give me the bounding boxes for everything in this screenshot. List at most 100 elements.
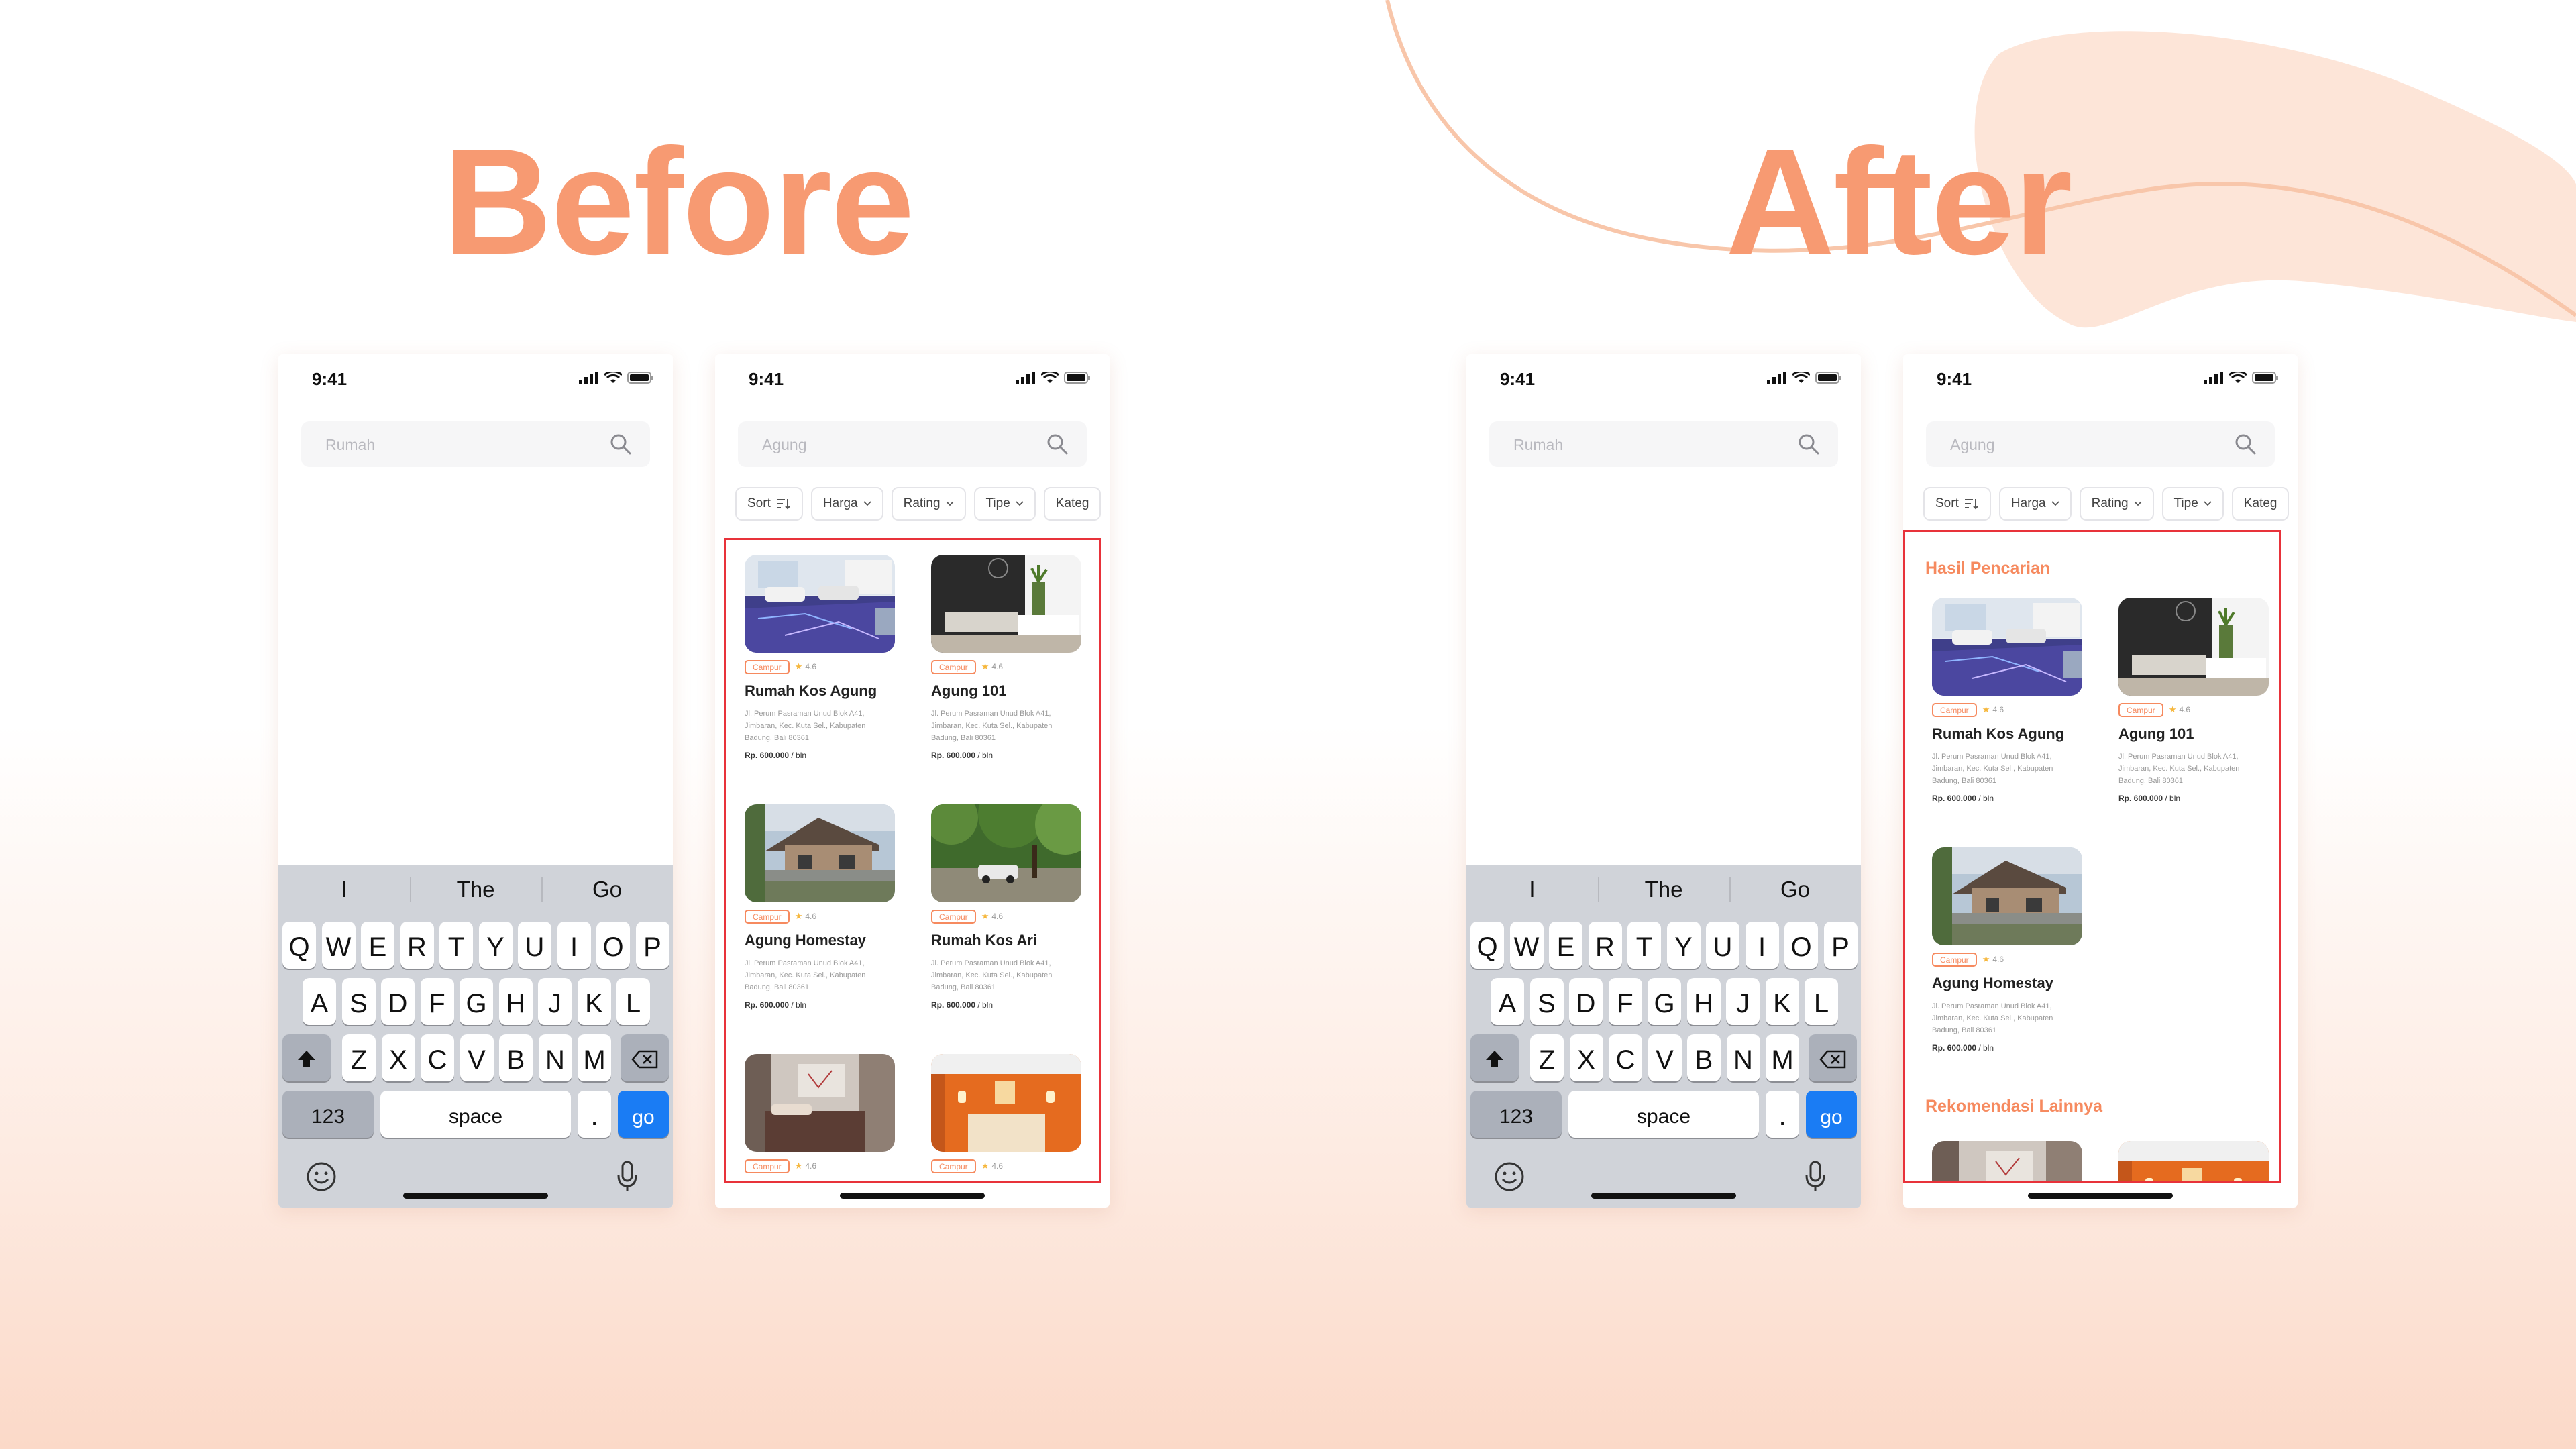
key[interactable]: Z bbox=[1530, 1034, 1564, 1081]
kategori-filter-chip[interactable]: Kateg bbox=[2231, 487, 2290, 521]
key[interactable]: Q bbox=[282, 922, 316, 969]
key[interactable]: P bbox=[635, 922, 669, 969]
tipe-filter-chip[interactable]: Tipe bbox=[973, 487, 1036, 521]
numbers-key[interactable]: 123 bbox=[1470, 1091, 1562, 1138]
key[interactable]: I bbox=[557, 922, 591, 969]
shift-key[interactable] bbox=[282, 1034, 331, 1081]
harga-filter-chip[interactable]: Harga bbox=[1998, 487, 2072, 521]
suggestion-item[interactable]: Go bbox=[541, 865, 673, 914]
home-indicator bbox=[840, 1193, 985, 1199]
sort-chip[interactable]: Sort bbox=[1923, 487, 1991, 521]
key[interactable]: G bbox=[1648, 978, 1681, 1025]
key[interactable]: A bbox=[303, 978, 336, 1025]
key[interactable]: A bbox=[1491, 978, 1524, 1025]
key[interactable]: Y bbox=[1666, 922, 1701, 969]
listing-card[interactable]: Campur★4.6 bbox=[931, 1054, 1081, 1173]
key[interactable]: M bbox=[1766, 1034, 1799, 1081]
key[interactable]: X bbox=[1569, 1034, 1603, 1081]
go-key[interactable]: go bbox=[618, 1091, 669, 1138]
listing-card[interactable]: Campur ★ 4.6 Agung Homestay Jl. Perum Pasram… bbox=[745, 804, 895, 1010]
rating-filter-chip[interactable]: Rating bbox=[2079, 487, 2154, 521]
key[interactable]: J bbox=[1726, 978, 1760, 1025]
microphone-icon[interactable] bbox=[1802, 1159, 1829, 1194]
key[interactable]: R bbox=[400, 922, 434, 969]
space-key[interactable]: space bbox=[1568, 1091, 1759, 1138]
microphone-icon[interactable] bbox=[614, 1159, 641, 1194]
listing-card[interactable]: Campur ★ 4.6 Agung 101 Jl. Perum Pasraman Un… bbox=[931, 555, 1081, 760]
key[interactable]: D bbox=[381, 978, 415, 1025]
listing-card[interactable]: Campur★4.6 bbox=[1932, 1141, 2082, 1181]
key[interactable]: C bbox=[421, 1034, 454, 1081]
shift-key[interactable] bbox=[1470, 1034, 1519, 1081]
key[interactable]: I bbox=[1745, 922, 1779, 969]
key[interactable]: T bbox=[1627, 922, 1661, 969]
key[interactable]: B bbox=[1687, 1034, 1721, 1081]
go-key[interactable]: go bbox=[1806, 1091, 1857, 1138]
tipe-filter-chip[interactable]: Tipe bbox=[2161, 487, 2224, 521]
key[interactable]: H bbox=[1686, 978, 1721, 1025]
key[interactable]: T bbox=[439, 922, 473, 969]
listing-card[interactable]: Campur ★ 4.6 Rumah Kos Agung Jl. Perum Pasra… bbox=[745, 555, 895, 760]
key[interactable]: U bbox=[1706, 922, 1739, 969]
key[interactable]: X bbox=[381, 1034, 415, 1081]
key[interactable]: V bbox=[460, 1034, 494, 1081]
key[interactable]: S bbox=[1529, 978, 1564, 1025]
key[interactable]: W bbox=[1509, 922, 1544, 969]
key[interactable]: F bbox=[420, 978, 454, 1025]
key[interactable]: K bbox=[1765, 978, 1799, 1025]
search-input[interactable]: Rumah bbox=[301, 421, 650, 467]
emoji-icon[interactable] bbox=[305, 1161, 337, 1193]
key[interactable]: L bbox=[1805, 978, 1838, 1025]
key[interactable]: O bbox=[1784, 922, 1818, 969]
key[interactable]: M bbox=[578, 1034, 611, 1081]
suggestion-item[interactable]: The bbox=[1598, 865, 1729, 914]
key[interactable]: E bbox=[361, 922, 394, 969]
key[interactable]: S bbox=[341, 978, 376, 1025]
key[interactable]: P bbox=[1823, 922, 1858, 969]
suggestion-item[interactable]: I bbox=[1466, 865, 1598, 914]
key[interactable]: U bbox=[518, 922, 551, 969]
listing-card[interactable]: Campur ★ 4.6 Rumah Kos Ari Jl. Perum Pasrama… bbox=[931, 804, 1081, 1010]
key[interactable]: R bbox=[1588, 922, 1622, 969]
key[interactable]: N bbox=[1726, 1034, 1760, 1081]
delete-key[interactable] bbox=[1809, 1034, 1857, 1081]
search-input[interactable]: Agung bbox=[1926, 421, 2275, 467]
numbers-key[interactable]: 123 bbox=[282, 1091, 374, 1138]
key[interactable]: Z bbox=[342, 1034, 376, 1081]
key[interactable]: E bbox=[1549, 922, 1582, 969]
search-input[interactable]: Rumah bbox=[1489, 421, 1838, 467]
key[interactable]: Q bbox=[1470, 922, 1504, 969]
key[interactable]: D bbox=[1569, 978, 1603, 1025]
suggestion-item[interactable]: Go bbox=[1729, 865, 1861, 914]
key[interactable]: N bbox=[538, 1034, 572, 1081]
key[interactable]: G bbox=[460, 978, 493, 1025]
kategori-filter-chip[interactable]: Kateg bbox=[1043, 487, 1102, 521]
harga-filter-chip[interactable]: Harga bbox=[810, 487, 883, 521]
rating-filter-chip[interactable]: Rating bbox=[891, 487, 966, 521]
key[interactable]: H bbox=[498, 978, 533, 1025]
space-key[interactable]: space bbox=[380, 1091, 571, 1138]
period-key[interactable]: . bbox=[578, 1091, 611, 1138]
search-input[interactable]: Agung bbox=[738, 421, 1087, 467]
listing-card[interactable]: Campur★4.6 bbox=[745, 1054, 895, 1173]
key[interactable]: W bbox=[321, 922, 356, 969]
suggestion-item[interactable]: The bbox=[410, 865, 541, 914]
period-key[interactable]: . bbox=[1766, 1091, 1799, 1138]
key[interactable]: J bbox=[538, 978, 572, 1025]
key[interactable]: K bbox=[577, 978, 611, 1025]
listing-card[interactable]: Campur ★ 4.6 Agung Homestay Jl. Perum Pasram… bbox=[1932, 847, 2082, 1053]
listing-card[interactable]: Campur ★ 4.6 Rumah Kos Agung Jl. Perum Pasra… bbox=[1932, 598, 2082, 803]
key[interactable]: O bbox=[596, 922, 630, 969]
key[interactable]: L bbox=[616, 978, 650, 1025]
key[interactable]: V bbox=[1648, 1034, 1682, 1081]
key[interactable]: F bbox=[1608, 978, 1642, 1025]
delete-key[interactable] bbox=[621, 1034, 669, 1081]
listing-card[interactable]: Campur★4.6 bbox=[2118, 1141, 2269, 1181]
emoji-icon[interactable] bbox=[1493, 1161, 1525, 1193]
key[interactable]: Y bbox=[478, 922, 513, 969]
suggestion-item[interactable]: I bbox=[278, 865, 410, 914]
listing-card[interactable]: Campur ★ 4.6 Agung 101 Jl. Perum Pasraman Un… bbox=[2118, 598, 2269, 803]
key[interactable]: B bbox=[499, 1034, 533, 1081]
key[interactable]: C bbox=[1609, 1034, 1642, 1081]
sort-chip[interactable]: Sort bbox=[735, 487, 803, 521]
